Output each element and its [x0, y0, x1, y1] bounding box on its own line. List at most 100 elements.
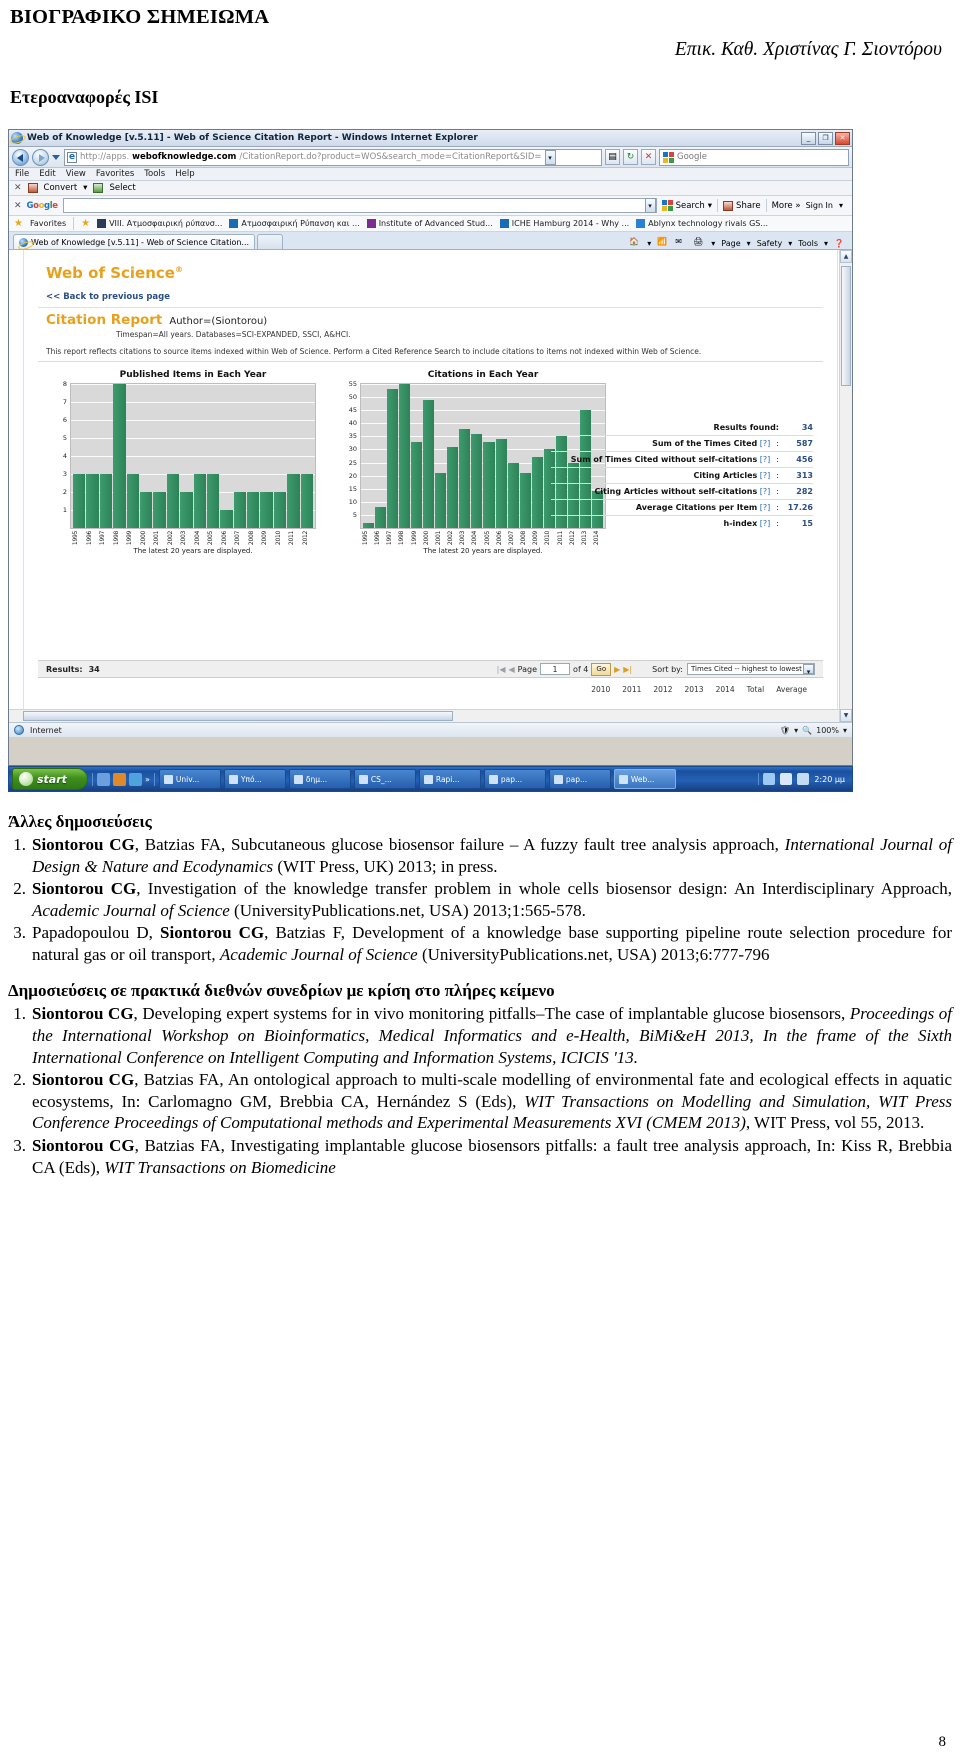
page-menu-button[interactable]: Page: [721, 239, 740, 248]
bar[interactable]: [435, 473, 447, 528]
window-controls[interactable]: _ ❐ ✕: [801, 131, 850, 145]
favorite-item-4[interactable]: ICHE Hamburg 2014 - Why ...: [499, 219, 629, 228]
bar[interactable]: [180, 492, 193, 528]
refresh-icon[interactable]: ↻: [623, 149, 638, 165]
menu-item-help[interactable]: Help: [175, 169, 194, 179]
tray-icon-1[interactable]: [763, 773, 776, 785]
favorites-label[interactable]: Favorites: [30, 219, 66, 228]
menu-item-favorites[interactable]: Favorites: [96, 169, 134, 179]
add-favorite-icon[interactable]: ★: [81, 218, 90, 229]
bar[interactable]: [387, 389, 399, 528]
favorite-item-5[interactable]: Ablynx technology rivals GS...: [636, 219, 768, 228]
feeds-icon[interactable]: 📶: [657, 237, 669, 249]
bar[interactable]: [363, 522, 375, 528]
mail-icon[interactable]: ✉: [675, 237, 687, 249]
menu-item-edit[interactable]: Edit: [39, 169, 55, 179]
bar[interactable]: [507, 462, 519, 528]
google-search-button[interactable]: Search ▾: [661, 200, 712, 211]
zoom-dropdown-icon[interactable]: ▾: [843, 726, 847, 735]
print-icon[interactable]: 🖨: [693, 237, 705, 249]
menu-item-file[interactable]: File: [15, 169, 29, 179]
bar[interactable]: [471, 433, 483, 528]
tools-menu-button[interactable]: Tools: [798, 239, 818, 248]
safety-caret-icon[interactable]: ▾: [788, 239, 792, 248]
taskbar-button[interactable]: CS_...: [353, 769, 416, 789]
bar[interactable]: [519, 473, 531, 528]
history-dropdown-icon[interactable]: [52, 154, 60, 160]
url-input[interactable]: http://apps. webofknowledge.com /Citatio…: [64, 148, 602, 166]
help-icon[interactable]: [?]: [757, 439, 771, 448]
bar[interactable]: [300, 474, 314, 528]
print-caret-icon[interactable]: ▾: [711, 239, 715, 248]
bar[interactable]: [153, 492, 166, 528]
bar[interactable]: [166, 474, 180, 528]
page-caret-icon[interactable]: ▾: [747, 239, 751, 248]
tray-icon-2[interactable]: [780, 773, 793, 785]
google-more-button[interactable]: More »: [772, 201, 801, 211]
home-caret-icon[interactable]: ▾: [647, 239, 651, 248]
explorer-icon[interactable]: [129, 772, 142, 786]
taskbar-button[interactable]: Univ...: [158, 769, 221, 789]
go-button[interactable]: Go: [591, 662, 612, 676]
new-tab-button[interactable]: [257, 234, 284, 249]
tray-icon-3[interactable]: [797, 773, 810, 785]
google-signin-caret-icon[interactable]: ▾: [839, 201, 843, 210]
bar[interactable]: [495, 438, 507, 528]
taskbar-clock[interactable]: 2:20 μμ: [814, 775, 845, 784]
menu-item-tools[interactable]: Tools: [144, 169, 165, 179]
bar[interactable]: [220, 510, 233, 528]
vertical-scrollbar[interactable]: ▲ ▼: [839, 250, 852, 722]
scroll-down-icon[interactable]: ▼: [840, 709, 852, 722]
sort-select[interactable]: Times Cited -- highest to lowest ▾: [687, 663, 815, 676]
help-icon[interactable]: [?]: [757, 471, 771, 480]
convert-button[interactable]: Convert: [44, 183, 78, 193]
tools-caret-icon[interactable]: ▾: [824, 239, 828, 248]
vertical-scrollbar-thumb[interactable]: [841, 266, 851, 386]
help-icon[interactable]: [?]: [757, 455, 771, 464]
favorite-item-3[interactable]: Institute of Advanced Stud...: [366, 219, 493, 228]
bar[interactable]: [86, 474, 99, 528]
bar[interactable]: [483, 441, 495, 528]
close-convert-toolbar-button[interactable]: ✕: [14, 183, 22, 193]
bar[interactable]: [139, 492, 153, 528]
google-share-button[interactable]: Share: [723, 200, 761, 211]
google-signin-button[interactable]: Sign In: [806, 201, 833, 210]
bar[interactable]: [459, 428, 471, 528]
close-button[interactable]: ✕: [835, 131, 850, 145]
sort-dropdown-icon[interactable]: ▾: [803, 664, 814, 676]
first-page-icon[interactable]: |◀: [497, 665, 506, 674]
media-player-icon[interactable]: [113, 772, 126, 786]
bar[interactable]: [273, 492, 287, 528]
back-to-previous-page-link[interactable]: << Back to previous page: [24, 282, 837, 302]
start-button[interactable]: start: [12, 768, 88, 790]
help-icon[interactable]: [?]: [757, 519, 771, 528]
scroll-up-icon[interactable]: ▲: [840, 250, 852, 263]
bar[interactable]: [411, 441, 423, 528]
page-input[interactable]: 1: [540, 663, 571, 675]
google-search-caret-icon[interactable]: ▾: [708, 201, 712, 211]
last-page-icon[interactable]: ▶|: [623, 665, 632, 674]
prev-page-icon[interactable]: ◀: [509, 665, 515, 674]
taskbar-button[interactable]: Rapi...: [418, 769, 481, 789]
safety-menu-button[interactable]: Safety: [757, 239, 783, 248]
bar[interactable]: [423, 399, 435, 528]
favorite-item-2[interactable]: Ατμοσφαιρική Ρύπανση και ...: [229, 219, 360, 228]
taskbar-button[interactable]: δημ...: [288, 769, 351, 789]
bar[interactable]: [399, 384, 411, 528]
bar[interactable]: [247, 492, 260, 528]
taskbar-button[interactable]: pap...: [483, 769, 546, 789]
forward-button[interactable]: [32, 148, 49, 166]
stop-icon[interactable]: ✕: [641, 149, 656, 165]
tab-citation-report[interactable]: Web of Knowledge [v.5.11] - Web of Scien…: [13, 234, 256, 249]
bar[interactable]: [287, 474, 300, 528]
help-icon[interactable]: [?]: [757, 487, 771, 496]
horizontal-scrollbar[interactable]: [9, 709, 839, 722]
taskbar-button[interactable]: Web...: [613, 769, 676, 789]
bar[interactable]: [113, 384, 126, 528]
url-dropdown-icon[interactable]: ▾: [544, 149, 556, 165]
minimize-button[interactable]: _: [801, 131, 816, 145]
compatibility-view-icon[interactable]: ▤: [605, 149, 620, 165]
bar[interactable]: [447, 446, 459, 528]
close-google-toolbar-button[interactable]: ✕: [14, 201, 22, 211]
convert-dropdown-icon[interactable]: ▾: [83, 183, 87, 193]
